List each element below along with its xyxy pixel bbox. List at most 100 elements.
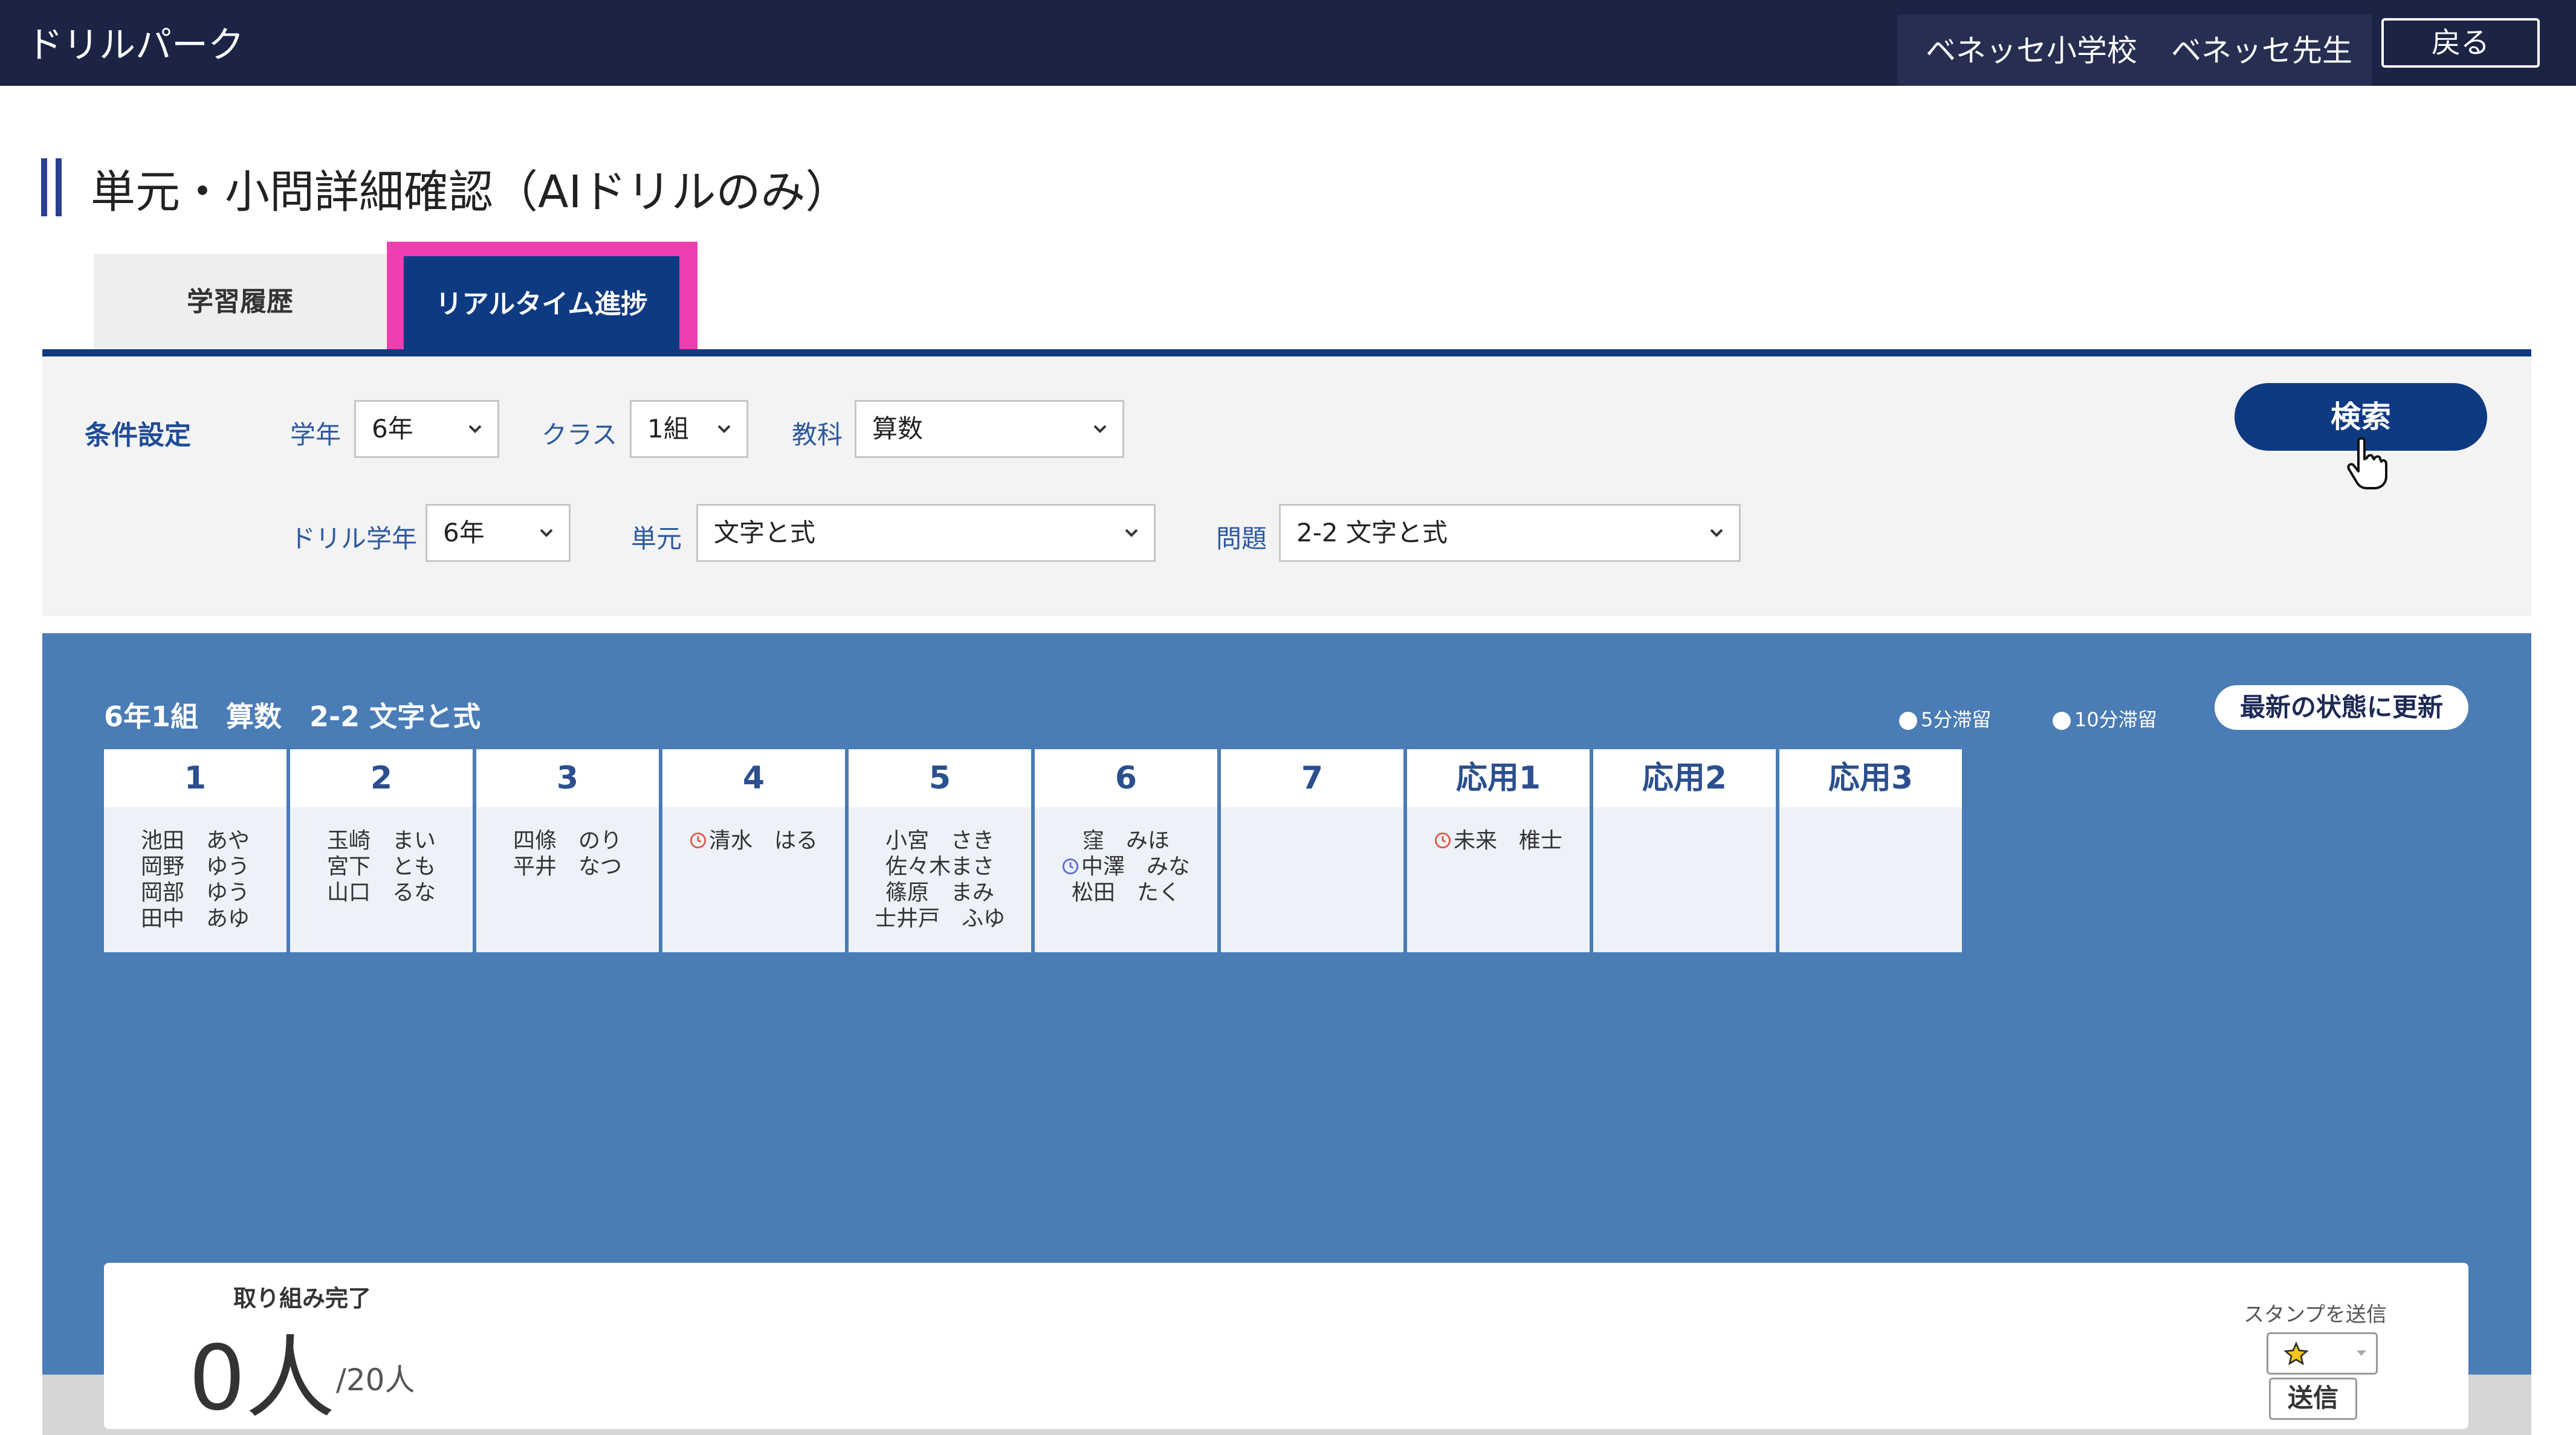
- question-column: 応用2: [1593, 749, 1776, 952]
- title-accent-bar: [41, 158, 47, 216]
- question-column-header: 3: [476, 749, 659, 807]
- student-name-text: 宮下 とも: [326, 854, 436, 879]
- clock-icon: [690, 832, 707, 849]
- hand-cursor-icon: [2347, 437, 2387, 489]
- question-column: 応用1 未来 椎士: [1407, 749, 1590, 952]
- student-name: 平井 なつ: [476, 854, 659, 880]
- student-name: 小宮 さき: [849, 828, 1031, 854]
- clock-icon: [1434, 832, 1451, 849]
- student-list: 池田 あや 岡野 ゆう 岡部 ゆう 田中 あゆ: [104, 828, 286, 932]
- student-name: 未来 椎士: [1407, 828, 1590, 854]
- question-column: 応用3: [1779, 749, 1962, 952]
- student-name: 窪 みほ: [1035, 828, 1217, 854]
- app-title: ドリルパーク: [27, 24, 244, 66]
- chevron-down-icon: [1125, 529, 1138, 537]
- teacher-name: ベネッセ先生: [2171, 33, 2352, 68]
- question-column-header: 2: [290, 749, 473, 807]
- drill-grade-value: 6年: [443, 518, 485, 547]
- student-name-text: 士井戸 ふゆ: [874, 906, 1005, 931]
- question-column: 6 窪 みほ 中澤 みな 松田 たく: [1035, 749, 1217, 952]
- legend-10min-label: 10分滞留: [2074, 708, 2157, 731]
- clock-icon: [2053, 712, 2071, 730]
- chevron-down-icon: [717, 425, 731, 433]
- student-list: 玉崎 まい 宮下 とも 山口 るな: [290, 828, 473, 906]
- student-name-text: 池田 あや: [140, 828, 250, 853]
- filter-panel: [42, 356, 2531, 616]
- student-name: 玉崎 まい: [290, 828, 473, 854]
- question-label: 問題: [1216, 524, 1267, 553]
- student-name-text: 小宮 さき: [885, 828, 994, 853]
- subject-label: 教科: [792, 420, 843, 450]
- student-name: 中澤 みな: [1035, 854, 1217, 880]
- question-column: 4 清水 はる: [662, 749, 845, 952]
- student-name: 田中 あゆ: [104, 906, 286, 932]
- back-button[interactable]: 戻る: [2381, 18, 2540, 68]
- refresh-button[interactable]: 最新の状態に更新: [2215, 685, 2468, 730]
- student-name: 四條 のり: [476, 828, 659, 854]
- stamp-label: スタンプを送信: [2244, 1303, 2387, 1327]
- student-name-text: 岡野 ゆう: [140, 854, 250, 879]
- question-select[interactable]: 2-2 文字と式: [1279, 504, 1741, 562]
- question-column-header: 7: [1221, 749, 1403, 807]
- student-name-text: 四條 のり: [513, 828, 622, 853]
- caret-down-icon: [2357, 1350, 2366, 1356]
- grade-label: 学年: [290, 420, 341, 450]
- student-name: 池田 あや: [104, 828, 286, 854]
- student-name-text: 松田 たく: [1071, 880, 1180, 905]
- drill-grade-label: ドリル学年: [290, 524, 418, 553]
- student-name-text: 玉崎 まい: [326, 828, 436, 853]
- tab-realtime-progress[interactable]: リアルタイム進捗: [404, 256, 679, 353]
- clock-icon: [1899, 712, 1917, 730]
- student-name: 岡野 ゆう: [104, 854, 286, 880]
- student-name: 山口 るな: [290, 880, 473, 906]
- class-select[interactable]: 1組: [630, 400, 748, 458]
- legend-5min: 5分滞留: [1899, 705, 1991, 732]
- question-column: 1 池田 あや 岡野 ゆう 岡部 ゆう 田中 あゆ: [104, 749, 286, 952]
- question-column-header: 6: [1035, 749, 1217, 807]
- student-list: 未来 椎士: [1407, 828, 1590, 854]
- subject-select[interactable]: 算数: [855, 400, 1124, 458]
- page-title: 単元・小問詳細確認（AIドリルのみ）: [91, 166, 850, 218]
- student-list: 窪 みほ 中澤 みな 松田 たく: [1035, 828, 1217, 906]
- question-column: 2 玉崎 まい 宮下 とも 山口 るな: [290, 749, 473, 952]
- student-name-text: 田中 あゆ: [140, 906, 250, 931]
- chevron-down-icon: [540, 529, 553, 537]
- grade-value: 6年: [372, 414, 413, 443]
- tab-underline: [42, 349, 2531, 356]
- stamp-select[interactable]: [2267, 1332, 2378, 1375]
- student-name: 松田 たく: [1035, 880, 1217, 906]
- student-name: 清水 はる: [662, 828, 845, 854]
- student-name: 佐々木まさ: [849, 854, 1031, 880]
- student-name-text: 平井 なつ: [513, 854, 622, 879]
- completion-panel: [104, 1263, 2468, 1429]
- tab-learning-history[interactable]: 学習履歴: [94, 254, 386, 350]
- question-column: 5 小宮 さき 佐々木まさ 篠原 まみ 士井戸 ふゆ: [849, 749, 1031, 952]
- student-name: 篠原 まみ: [849, 880, 1031, 906]
- question-value: 2-2 文字と式: [1296, 518, 1448, 547]
- student-list: 清水 はる: [662, 828, 845, 854]
- drill-grade-select[interactable]: 6年: [426, 504, 571, 562]
- question-column-header: 応用1: [1407, 749, 1590, 807]
- clock-icon: [1062, 858, 1079, 875]
- student-name-text: 中澤 みな: [1081, 854, 1190, 879]
- student-name-text: 岡部 ゆう: [140, 880, 250, 905]
- school-name: ベネッセ小学校: [1926, 33, 2137, 68]
- completion-count: 0人: [189, 1326, 335, 1430]
- student-list: 小宮 さき 佐々木まさ 篠原 まみ 士井戸 ふゆ: [849, 828, 1031, 932]
- legend-10min: 10分滞留: [2053, 705, 2157, 732]
- unit-select[interactable]: 文字と式: [696, 504, 1156, 562]
- legend-5min-label: 5分滞留: [1921, 708, 1992, 731]
- student-name: 士井戸 ふゆ: [849, 906, 1031, 932]
- chevron-down-icon: [1093, 425, 1107, 433]
- class-label: クラス: [542, 420, 618, 450]
- send-stamp-button[interactable]: 送信: [2269, 1378, 2357, 1420]
- student-name-text: 山口 るな: [326, 880, 436, 905]
- student-name-text: 佐々木まさ: [885, 854, 994, 879]
- student-name: 岡部 ゆう: [104, 880, 286, 906]
- student-name-text: 窪 みほ: [1082, 828, 1170, 853]
- student-name-text: 篠原 まみ: [885, 880, 994, 905]
- grade-select[interactable]: 6年: [354, 400, 499, 458]
- completion-total: /20人: [336, 1362, 415, 1398]
- question-column-header: 応用2: [1593, 749, 1776, 807]
- class-value: 1組: [647, 414, 689, 443]
